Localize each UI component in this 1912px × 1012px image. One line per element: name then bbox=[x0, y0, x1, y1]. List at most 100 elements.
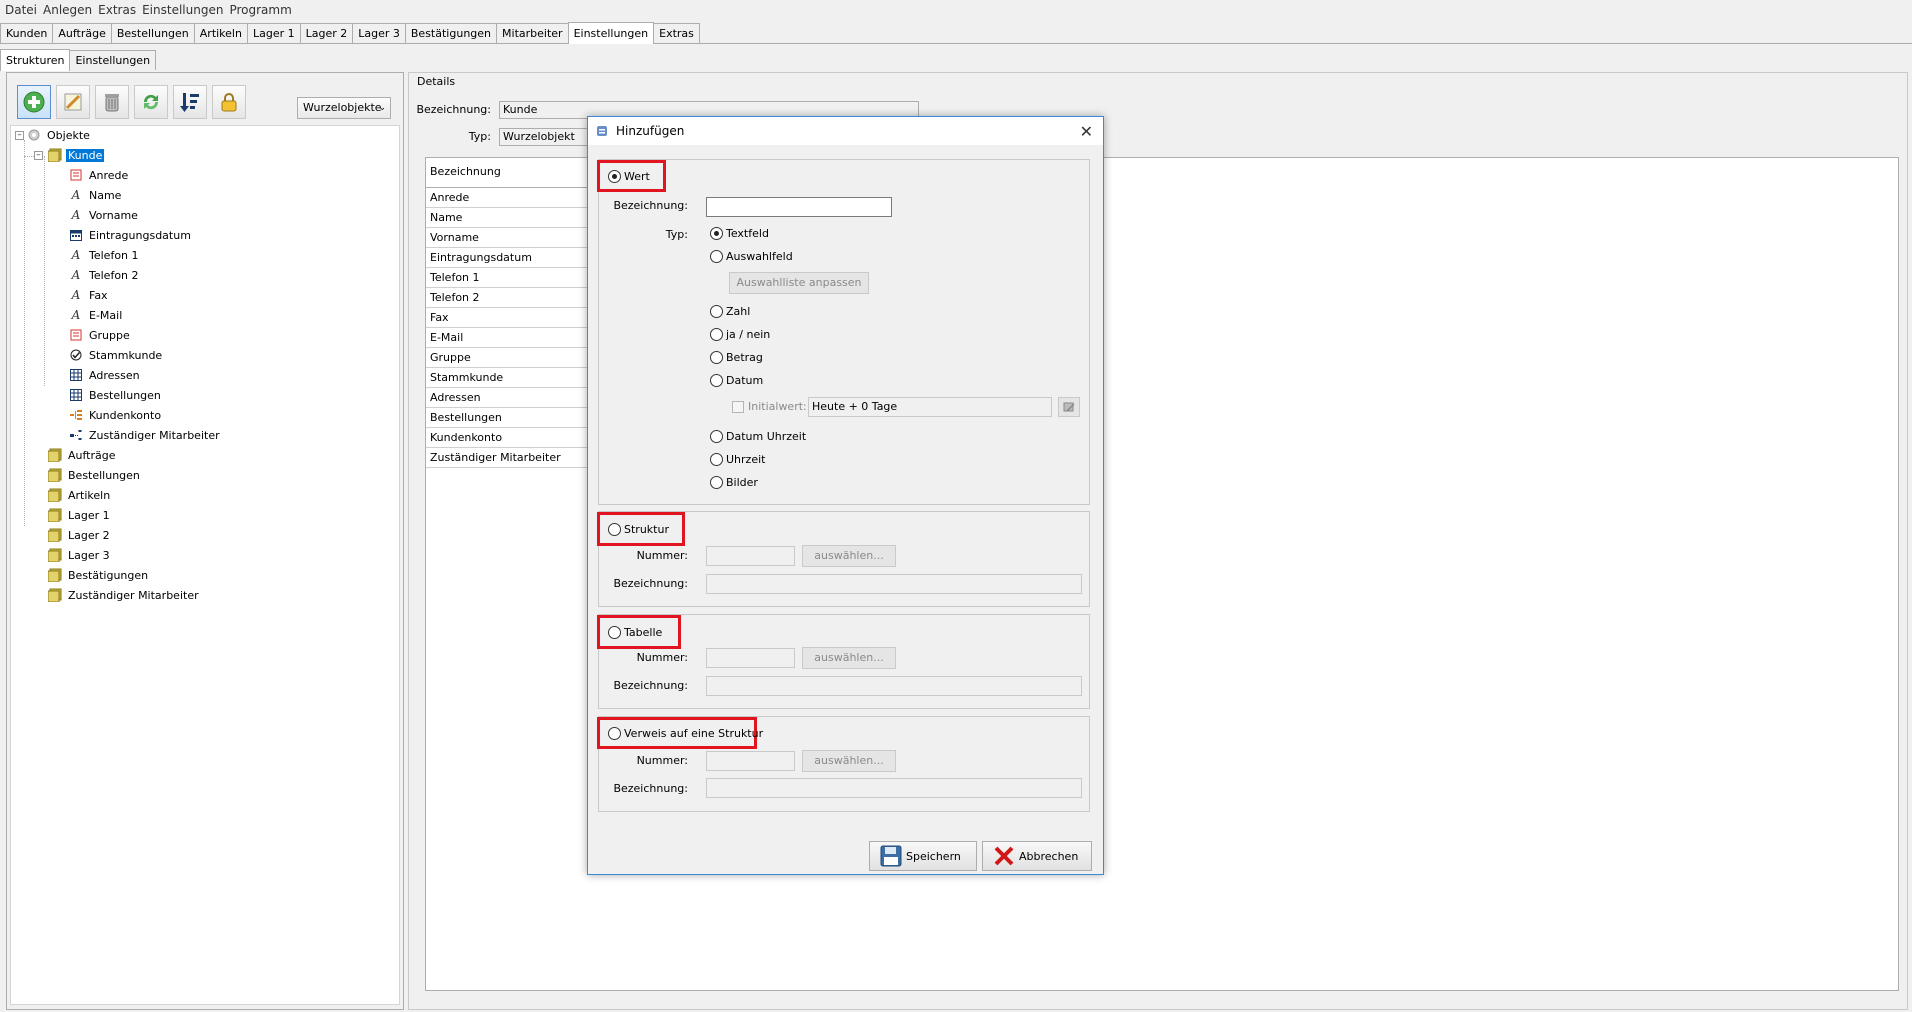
tree-node-stammkunde[interactable]: Stammkunde bbox=[69, 346, 164, 364]
initialwert-input[interactable]: Heute + 0 Tage bbox=[808, 397, 1052, 417]
tab-bestellungen[interactable]: Bestellungen bbox=[110, 23, 195, 43]
tab-lager-3[interactable]: Lager 3 bbox=[352, 23, 406, 43]
table-header-bezeichnung[interactable]: Bezeichnung bbox=[426, 158, 591, 188]
initialwert-picker-button[interactable] bbox=[1058, 397, 1080, 417]
collapse-kunde[interactable]: – bbox=[34, 151, 43, 160]
struktur-select-button[interactable]: auswählen... bbox=[802, 545, 896, 567]
sort-button[interactable] bbox=[173, 85, 207, 119]
collapse-objekte[interactable]: – bbox=[15, 131, 24, 140]
table-row[interactable]: Stammkunde bbox=[426, 368, 591, 388]
auswahlliste-anpassen-button[interactable]: Auswahlliste anpassen bbox=[729, 272, 869, 294]
table-row[interactable]: Adressen bbox=[426, 388, 591, 408]
table-row[interactable]: Telefon 2 bbox=[426, 288, 591, 308]
lock-button[interactable] bbox=[212, 85, 246, 119]
type-betrag-radio[interactable]: Betrag bbox=[710, 351, 763, 364]
table-row[interactable]: Zuständiger Mitarbeiter bbox=[426, 448, 591, 468]
menu-datei[interactable]: Datei bbox=[2, 3, 40, 17]
table-row[interactable]: Telefon 1 bbox=[426, 268, 591, 288]
tree-node-e-mail[interactable]: A E-Mail bbox=[69, 306, 124, 324]
tree-node-vorname[interactable]: A Vorname bbox=[69, 206, 140, 224]
table-row[interactable]: Fax bbox=[426, 308, 591, 328]
table-row[interactable]: Bestellungen bbox=[426, 408, 591, 428]
tree-node-lager-2[interactable]: Lager 2 bbox=[48, 526, 112, 544]
struktur-nummer-input[interactable] bbox=[706, 546, 795, 566]
verweis-bezeichnung-input[interactable] bbox=[706, 778, 1082, 798]
menu-einstellungen[interactable]: Einstellungen bbox=[139, 3, 226, 17]
tree-node-eintragungsdatum[interactable]: Eintragungsdatum bbox=[69, 226, 193, 244]
type-ja-nein-radio[interactable]: ja / nein bbox=[710, 328, 770, 341]
tree-node-bestellungen-child[interactable]: Bestellungen bbox=[69, 386, 163, 404]
table-row[interactable]: Kundenkonto bbox=[426, 428, 591, 448]
tab-extras[interactable]: Extras bbox=[653, 23, 700, 43]
tabelle-radio[interactable]: Tabelle bbox=[608, 626, 662, 639]
delete-button[interactable] bbox=[95, 85, 129, 119]
tab-bestaetigungen[interactable]: Bestätigungen bbox=[404, 23, 498, 43]
menu-extras[interactable]: Extras bbox=[95, 3, 139, 17]
tab-lager-2[interactable]: Lager 2 bbox=[299, 23, 354, 43]
type-auswahlfeld-radio[interactable]: Auswahlfeld bbox=[710, 250, 793, 263]
type-zahl-radio[interactable]: Zahl bbox=[710, 305, 750, 318]
table-row[interactable]: E-Mail bbox=[426, 328, 591, 348]
table-row[interactable]: Vorname bbox=[426, 228, 591, 248]
tab-strukturen[interactable]: Strukturen bbox=[0, 49, 71, 71]
type-bilder-radio[interactable]: Bilder bbox=[710, 476, 758, 489]
tree-node-adressen[interactable]: Adressen bbox=[69, 366, 142, 384]
tree-node-telefon-1[interactable]: A Telefon 1 bbox=[69, 246, 141, 264]
type-datum-uhrzeit-radio[interactable]: Datum Uhrzeit bbox=[710, 430, 806, 443]
tree-node-fax[interactable]: A Fax bbox=[69, 286, 110, 304]
tab-einstellungen-sub[interactable]: Einstellungen bbox=[69, 50, 157, 70]
tree-node-lager-1[interactable]: Lager 1 bbox=[48, 506, 112, 524]
tree-node-kunde[interactable]: Kunde bbox=[48, 146, 105, 164]
root-objects-combo[interactable]: Wurzelobjekte ⌄ bbox=[297, 97, 391, 119]
tab-artikeln[interactable]: Artikeln bbox=[193, 23, 248, 43]
tab-lager-1[interactable]: Lager 1 bbox=[246, 23, 301, 43]
struktur-label: Struktur bbox=[624, 523, 669, 536]
tree-node-telefon-2[interactable]: A Telefon 2 bbox=[69, 266, 141, 284]
wert-radio[interactable]: Wert bbox=[608, 170, 650, 183]
tree-node-kundenkonto[interactable]: Kundenkonto bbox=[69, 406, 163, 424]
verweis-nummer-input[interactable] bbox=[706, 751, 795, 771]
text-icon: A bbox=[71, 288, 81, 302]
initialwert-checkbox[interactable]: Initialwert: bbox=[732, 400, 807, 413]
tree-node-auftraege[interactable]: Aufträge bbox=[48, 446, 118, 464]
table-row[interactable]: Eintragungsdatum bbox=[426, 248, 591, 268]
dialog-title-bar[interactable]: Hinzufügen ✕ bbox=[588, 117, 1103, 145]
type-datum-radio[interactable]: Datum bbox=[710, 374, 763, 387]
close-icon[interactable]: ✕ bbox=[1080, 122, 1093, 141]
tree-node-zustaendiger-mitarbeiter[interactable]: Zuständiger Mitarbeiter bbox=[48, 586, 201, 604]
tree-node-gruppe[interactable]: Gruppe bbox=[69, 326, 132, 344]
tab-mitarbeiter[interactable]: Mitarbeiter bbox=[496, 23, 569, 43]
edit-button[interactable] bbox=[56, 85, 90, 119]
tab-einstellungen[interactable]: Einstellungen bbox=[567, 22, 655, 44]
tree-node-anrede[interactable]: Anrede bbox=[69, 166, 130, 184]
tree-node-bestellungen[interactable]: Bestellungen bbox=[48, 466, 142, 484]
menu-anlegen[interactable]: Anlegen bbox=[40, 3, 95, 17]
tabelle-nummer-input[interactable] bbox=[706, 648, 795, 668]
verweis-select-button[interactable]: auswählen... bbox=[802, 750, 896, 772]
tab-auftraege[interactable]: Aufträge bbox=[52, 23, 112, 43]
save-button[interactable]: Speichern bbox=[869, 841, 977, 871]
struktur-bezeichnung-input[interactable] bbox=[706, 574, 1082, 594]
table-row[interactable]: Gruppe bbox=[426, 348, 591, 368]
tab-kunden[interactable]: Kunden bbox=[0, 23, 54, 43]
structure-tree[interactable]: – Objekte – Kunde Anrede A Name A Vornam… bbox=[10, 125, 400, 1005]
tree-node-bestaetigungen[interactable]: Bestätigungen bbox=[48, 566, 150, 584]
table-row[interactable]: Name bbox=[426, 208, 591, 228]
tree-node-name[interactable]: A Name bbox=[69, 186, 123, 204]
wert-bezeichnung-input[interactable] bbox=[706, 197, 892, 217]
verweis-radio[interactable]: Verweis auf eine Struktur bbox=[608, 727, 763, 740]
tree-node-objekte[interactable]: Objekte bbox=[27, 126, 92, 144]
type-uhrzeit-radio[interactable]: Uhrzeit bbox=[710, 453, 765, 466]
tabelle-select-button[interactable]: auswählen... bbox=[802, 647, 896, 669]
refresh-button[interactable] bbox=[134, 85, 168, 119]
cancel-button[interactable]: Abbrechen bbox=[982, 841, 1092, 871]
table-row[interactable]: Anrede bbox=[426, 188, 591, 208]
tree-node-zustaendiger-mitarbeiter-child[interactable]: Zuständiger Mitarbeiter bbox=[69, 426, 222, 444]
tree-node-lager-3[interactable]: Lager 3 bbox=[48, 546, 112, 564]
menu-programm[interactable]: Programm bbox=[226, 3, 294, 17]
add-button[interactable] bbox=[17, 85, 51, 119]
tabelle-bezeichnung-input[interactable] bbox=[706, 676, 1082, 696]
type-textfeld-radio[interactable]: Textfeld bbox=[710, 227, 769, 240]
struktur-radio[interactable]: Struktur bbox=[608, 523, 669, 536]
tree-node-artikeln[interactable]: Artikeln bbox=[48, 486, 112, 504]
